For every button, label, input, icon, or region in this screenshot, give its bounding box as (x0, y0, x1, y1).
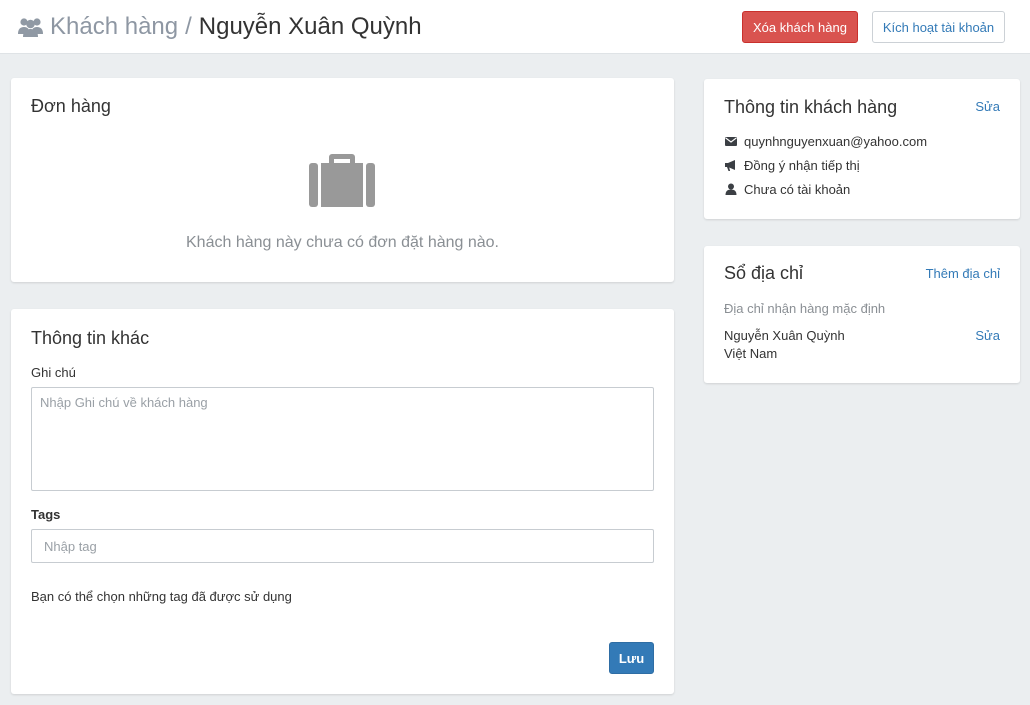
user-icon (725, 183, 737, 195)
delete-customer-button[interactable]: Xóa khách hàng (742, 11, 858, 43)
breadcrumb-separator: / (185, 13, 192, 40)
breadcrumb: Khách hàng / Nguyễn Xuân Quỳnh (17, 12, 422, 42)
top-bar: Khách hàng / Nguyễn Xuân Quỳnh Xóa khách… (0, 0, 1030, 54)
edit-address-link[interactable]: Sửa (975, 328, 1000, 343)
note-label: Ghi chú (31, 365, 76, 380)
orders-title: Đơn hàng (31, 96, 111, 116)
save-button[interactable]: Lưu (609, 642, 654, 674)
orders-empty-message: Khách hàng này chưa có đơn đặt hàng nào. (186, 234, 499, 251)
add-address-link[interactable]: Thêm địa chỉ (926, 266, 1000, 281)
address-name: Nguyễn Xuân Quỳnh (724, 328, 845, 343)
bullhorn-icon (725, 160, 735, 171)
breadcrumb-customers-link[interactable]: Khách hàng (50, 13, 178, 41)
customer-info-card: Thông tin khách hàng Sửa quynhnguyenxuan… (704, 79, 1020, 219)
customer-email: quynhnguyenxuan@yahoo.com (744, 133, 928, 149)
email-row: quynhnguyenxuan@yahoo.com (724, 132, 927, 150)
address-country: Việt Nam (724, 346, 778, 361)
other-info-title: Thông tin khác (31, 328, 150, 348)
marketing-row: Đồng ý nhận tiếp thị (724, 156, 860, 174)
account-status: Chưa có tài khoản (744, 181, 851, 197)
edit-customer-link[interactable]: Sửa (975, 99, 1000, 114)
other-info-card: Thông tin khác Ghi chú Tags Bạn có thể c… (11, 309, 674, 694)
address-book-title: Sổ địa chỉ (724, 263, 804, 283)
marketing-consent: Đồng ý nhận tiếp thị (744, 157, 860, 173)
account-row: Chưa có tài khoản (724, 180, 850, 198)
tags-hint: Bạn có thể chọn những tag đã được sử dụn… (31, 589, 292, 604)
tags-label: Tags (31, 507, 61, 522)
address-book-card: Sổ địa chỉ Thêm địa chỉ Địa chỉ nhận hàn… (704, 246, 1020, 383)
tags-input[interactable] (31, 529, 654, 563)
orders-card: Đơn hàng Khách hàng này chưa có đơn đặt … (11, 78, 674, 282)
note-textarea[interactable] (31, 387, 654, 491)
activate-account-button[interactable]: Kích hoạt tài khoản (872, 11, 1005, 43)
default-address-label: Địa chỉ nhận hàng mặc định (724, 301, 886, 316)
briefcase-icon (308, 150, 376, 208)
users-icon (17, 14, 44, 40)
customer-info-title: Thông tin khách hàng (724, 97, 898, 117)
envelope-icon (725, 137, 737, 146)
page-title: Nguyễn Xuân Quỳnh (198, 13, 422, 40)
